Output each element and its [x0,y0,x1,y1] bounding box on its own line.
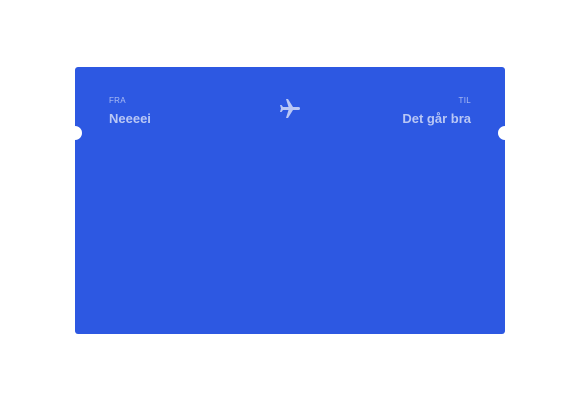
origin-value: Neeeei [109,111,151,126]
origin-section: FRA Neeeei [109,96,151,126]
page: FRA Neeeei TIL Det går bra [0,0,580,400]
origin-label: FRA [109,96,126,105]
airplane-icon [278,97,302,121]
destination-label: TIL [458,96,471,105]
destination-value: Det går bra [402,111,471,126]
flight-ticket-card: FRA Neeeei TIL Det går bra [68,67,512,334]
ticket-left-notch [68,126,82,140]
destination-section: TIL Det går bra [402,96,471,126]
ticket-right-notch [498,126,512,140]
